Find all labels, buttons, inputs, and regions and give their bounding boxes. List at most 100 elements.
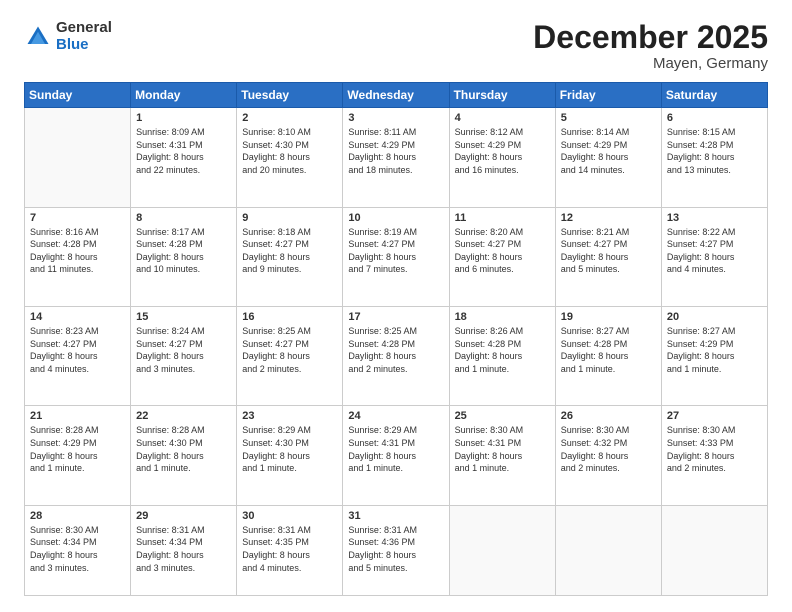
day-number: 10 — [348, 212, 443, 224]
cell-info: Sunrise: 8:18 AMSunset: 4:27 PMDaylight:… — [242, 226, 337, 276]
day-number: 17 — [348, 311, 443, 323]
location: Mayen, Germany — [533, 55, 768, 72]
page: General Blue December 2025 Mayen, German… — [0, 0, 792, 612]
cell-info: Sunrise: 8:30 AMSunset: 4:32 PMDaylight:… — [561, 424, 656, 474]
day-number: 28 — [30, 510, 125, 522]
weekday-header-friday: Friday — [555, 83, 661, 108]
calendar-cell: 24 Sunrise: 8:29 AMSunset: 4:31 PMDayligh… — [343, 406, 449, 505]
logo-icon — [24, 23, 52, 51]
calendar-cell: 15 Sunrise: 8:24 AMSunset: 4:27 PMDayligh… — [131, 307, 237, 406]
cell-info: Sunrise: 8:27 AMSunset: 4:29 PMDaylight:… — [667, 325, 762, 375]
day-number: 13 — [667, 212, 762, 224]
calendar-cell: 6 Sunrise: 8:15 AMSunset: 4:28 PMDaylight… — [661, 108, 767, 207]
calendar-cell: 28 Sunrise: 8:30 AMSunset: 4:34 PMDayligh… — [25, 505, 131, 595]
calendar-week-row: 21Sunrise: 8:28 AMSunset: 4:29 PMDayligh… — [25, 406, 768, 505]
cell-info: Sunrise: 8:12 AMSunset: 4:29 PMDaylight:… — [455, 126, 550, 176]
day-number: 18 — [455, 311, 550, 323]
calendar-cell: 2 Sunrise: 8:10 AMSunset: 4:30 PMDaylight… — [237, 108, 343, 207]
cell-info: Sunrise: 8:15 AMSunset: 4:28 PMDaylight:… — [667, 126, 762, 176]
calendar-cell — [661, 505, 767, 595]
weekday-header-sunday: Sunday — [25, 83, 131, 108]
cell-info: Sunrise: 8:09 AMSunset: 4:31 PMDaylight:… — [136, 126, 231, 176]
day-number: 5 — [561, 112, 656, 124]
day-number: 25 — [455, 410, 550, 422]
month-title: December 2025 — [533, 20, 768, 55]
calendar-cell: 14Sunrise: 8:23 AMSunset: 4:27 PMDayligh… — [25, 307, 131, 406]
cell-info: Sunrise: 8:22 AMSunset: 4:27 PMDaylight:… — [667, 226, 762, 276]
calendar-cell: 1 Sunrise: 8:09 AMSunset: 4:31 PMDaylight… — [131, 108, 237, 207]
cell-info: Sunrise: 8:29 AMSunset: 4:31 PMDaylight:… — [348, 424, 443, 474]
calendar-cell: 7Sunrise: 8:16 AMSunset: 4:28 PMDaylight… — [25, 207, 131, 306]
cell-info: Sunrise: 8:31 AMSunset: 4:34 PMDaylight:… — [136, 524, 231, 574]
calendar-week-row: 14Sunrise: 8:23 AMSunset: 4:27 PMDayligh… — [25, 307, 768, 406]
day-number: 1 — [136, 112, 231, 124]
cell-info: Sunrise: 8:11 AMSunset: 4:29 PMDaylight:… — [348, 126, 443, 176]
day-number: 23 — [242, 410, 337, 422]
calendar-cell: 3 Sunrise: 8:11 AMSunset: 4:29 PMDaylight… — [343, 108, 449, 207]
calendar-cell: 9 Sunrise: 8:18 AMSunset: 4:27 PMDaylight… — [237, 207, 343, 306]
calendar-cell: 17Sunrise: 8:25 AMSunset: 4:28 PMDayligh… — [343, 307, 449, 406]
cell-info: Sunrise: 8:31 AMSunset: 4:36 PMDaylight:… — [348, 524, 443, 574]
cell-info: Sunrise: 8:23 AMSunset: 4:27 PMDaylight:… — [30, 325, 125, 375]
cell-info: Sunrise: 8:30 AMSunset: 4:34 PMDaylight:… — [30, 524, 125, 574]
calendar-week-row: 28 Sunrise: 8:30 AMSunset: 4:34 PMDayligh… — [25, 505, 768, 595]
day-number: 24 — [348, 410, 443, 422]
day-number: 12 — [561, 212, 656, 224]
calendar-cell: 30 Sunrise: 8:31 AMSunset: 4:35 PMDayligh… — [237, 505, 343, 595]
weekday-header-wednesday: Wednesday — [343, 83, 449, 108]
calendar-cell — [25, 108, 131, 207]
calendar-cell: 5Sunrise: 8:14 AMSunset: 4:29 PMDaylight… — [555, 108, 661, 207]
day-number: 15 — [136, 311, 231, 323]
cell-info: Sunrise: 8:24 AMSunset: 4:27 PMDaylight:… — [136, 325, 231, 375]
cell-info: Sunrise: 8:30 AMSunset: 4:33 PMDaylight:… — [667, 424, 762, 474]
weekday-header-tuesday: Tuesday — [237, 83, 343, 108]
weekday-header-monday: Monday — [131, 83, 237, 108]
calendar-cell: 8Sunrise: 8:17 AMSunset: 4:28 PMDaylight… — [131, 207, 237, 306]
day-number: 30 — [242, 510, 337, 522]
logo-text: General Blue — [56, 20, 112, 53]
cell-info: Sunrise: 8:30 AMSunset: 4:31 PMDaylight:… — [455, 424, 550, 474]
calendar-cell: 23 Sunrise: 8:29 AMSunset: 4:30 PMDayligh… — [237, 406, 343, 505]
day-number: 3 — [348, 112, 443, 124]
title-block: December 2025 Mayen, Germany — [533, 20, 768, 72]
calendar-cell: 4Sunrise: 8:12 AMSunset: 4:29 PMDaylight… — [449, 108, 555, 207]
calendar-cell: 21Sunrise: 8:28 AMSunset: 4:29 PMDayligh… — [25, 406, 131, 505]
day-number: 19 — [561, 311, 656, 323]
cell-info: Sunrise: 8:19 AMSunset: 4:27 PMDaylight:… — [348, 226, 443, 276]
day-number: 6 — [667, 112, 762, 124]
calendar-cell: 11Sunrise: 8:20 AMSunset: 4:27 PMDayligh… — [449, 207, 555, 306]
calendar-cell — [449, 505, 555, 595]
day-number: 9 — [242, 212, 337, 224]
calendar-cell: 31 Sunrise: 8:31 AMSunset: 4:36 PMDayligh… — [343, 505, 449, 595]
calendar-cell: 25 Sunrise: 8:30 AMSunset: 4:31 PMDayligh… — [449, 406, 555, 505]
calendar-cell — [555, 505, 661, 595]
day-number: 31 — [348, 510, 443, 522]
logo: General Blue — [24, 20, 112, 53]
calendar-week-row: 1 Sunrise: 8:09 AMSunset: 4:31 PMDaylight… — [25, 108, 768, 207]
weekday-header-thursday: Thursday — [449, 83, 555, 108]
calendar-week-row: 7Sunrise: 8:16 AMSunset: 4:28 PMDaylight… — [25, 207, 768, 306]
day-number: 22 — [136, 410, 231, 422]
calendar-header-row: SundayMondayTuesdayWednesdayThursdayFrid… — [25, 83, 768, 108]
logo-blue-label: Blue — [56, 37, 112, 54]
cell-info: Sunrise: 8:29 AMSunset: 4:30 PMDaylight:… — [242, 424, 337, 474]
calendar-cell: 19 Sunrise: 8:27 AMSunset: 4:28 PMDayligh… — [555, 307, 661, 406]
calendar-cell: 13 Sunrise: 8:22 AMSunset: 4:27 PMDayligh… — [661, 207, 767, 306]
day-number: 29 — [136, 510, 231, 522]
cell-info: Sunrise: 8:31 AMSunset: 4:35 PMDaylight:… — [242, 524, 337, 574]
cell-info: Sunrise: 8:26 AMSunset: 4:28 PMDaylight:… — [455, 325, 550, 375]
cell-info: Sunrise: 8:10 AMSunset: 4:30 PMDaylight:… — [242, 126, 337, 176]
calendar-cell: 16Sunrise: 8:25 AMSunset: 4:27 PMDayligh… — [237, 307, 343, 406]
cell-info: Sunrise: 8:20 AMSunset: 4:27 PMDaylight:… — [455, 226, 550, 276]
calendar-cell: 26 Sunrise: 8:30 AMSunset: 4:32 PMDayligh… — [555, 406, 661, 505]
cell-info: Sunrise: 8:21 AMSunset: 4:27 PMDaylight:… — [561, 226, 656, 276]
calendar-cell: 12 Sunrise: 8:21 AMSunset: 4:27 PMDayligh… — [555, 207, 661, 306]
calendar-cell: 20Sunrise: 8:27 AMSunset: 4:29 PMDayligh… — [661, 307, 767, 406]
day-number: 2 — [242, 112, 337, 124]
cell-info: Sunrise: 8:16 AMSunset: 4:28 PMDaylight:… — [30, 226, 125, 276]
calendar-cell: 18 Sunrise: 8:26 AMSunset: 4:28 PMDayligh… — [449, 307, 555, 406]
calendar-cell: 22Sunrise: 8:28 AMSunset: 4:30 PMDayligh… — [131, 406, 237, 505]
day-number: 26 — [561, 410, 656, 422]
cell-info: Sunrise: 8:17 AMSunset: 4:28 PMDaylight:… — [136, 226, 231, 276]
cell-info: Sunrise: 8:27 AMSunset: 4:28 PMDaylight:… — [561, 325, 656, 375]
